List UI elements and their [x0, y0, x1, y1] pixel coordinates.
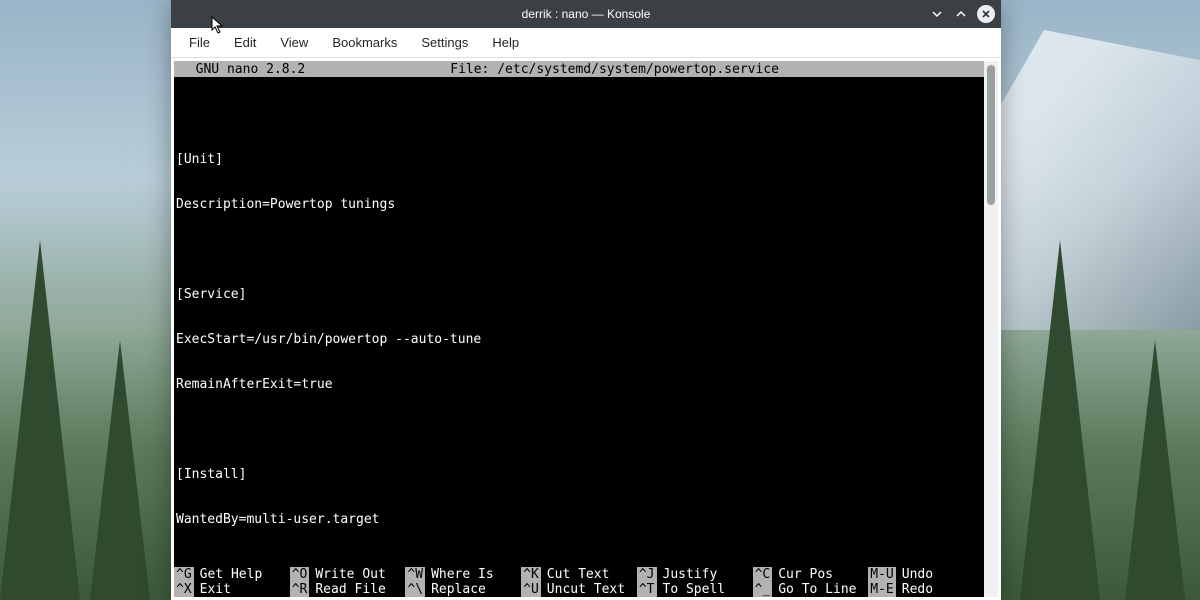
shortcut-uncut-text: ^UUncut Text — [521, 582, 637, 597]
shortcut-redo: M-ERedo — [868, 582, 984, 597]
file-line: RemainAfterExit=true — [176, 377, 982, 392]
file-line: [Unit] — [176, 152, 982, 167]
file-line: [Install] — [176, 467, 982, 482]
shortcut-get-help: ^GGet Help — [174, 567, 290, 582]
chevron-down-icon — [931, 8, 943, 20]
nano-version: GNU nano 2.8.2 — [174, 62, 305, 77]
shortcut-where-is: ^WWhere Is — [405, 567, 521, 582]
file-line: Description=Powertop tunings — [176, 197, 982, 212]
file-line: WantedBy=multi-user.target — [176, 512, 982, 527]
nano-shortcut-bar: ^GGet Help ^OWrite Out ^WWhere Is ^KCut … — [174, 567, 984, 597]
mouse-cursor-icon — [211, 16, 225, 34]
window-titlebar[interactable]: derrik : nano — Konsole — [171, 0, 1001, 28]
konsole-window: derrik : nano — Konsole File Edit View B… — [171, 0, 1001, 600]
shortcut-cut-text: ^KCut Text — [521, 567, 637, 582]
menu-settings[interactable]: Settings — [411, 31, 478, 54]
shortcut-replace: ^\Replace — [405, 582, 521, 597]
menu-bookmarks[interactable]: Bookmarks — [322, 31, 407, 54]
shortcut-cur-pos: ^CCur Pos — [753, 567, 869, 582]
shortcut-undo: M-UUndo — [868, 567, 984, 582]
file-line: ExecStart=/usr/bin/powertop --auto-tune — [176, 332, 982, 347]
chevron-up-icon — [955, 8, 967, 20]
shortcut-read-file: ^RRead File — [290, 582, 406, 597]
shortcut-to-spell: ^TTo Spell — [637, 582, 753, 597]
window-title: derrik : nano — Konsole — [171, 7, 1001, 21]
terminal-container: GNU nano 2.8.2 File: /etc/systemd/system… — [171, 58, 1001, 600]
menu-help[interactable]: Help — [482, 31, 529, 54]
maximize-button[interactable] — [953, 6, 969, 22]
window-controls — [929, 0, 995, 28]
nano-titlebar: GNU nano 2.8.2 File: /etc/systemd/system… — [174, 61, 984, 77]
menu-edit[interactable]: Edit — [224, 31, 266, 54]
shortcut-go-to-line: ^_Go To Line — [753, 582, 869, 597]
shortcut-justify: ^JJustify — [637, 567, 753, 582]
menu-file[interactable]: File — [179, 31, 220, 54]
file-line — [176, 242, 982, 257]
close-button[interactable] — [977, 5, 995, 23]
file-line: [Service] — [176, 287, 982, 302]
terminal[interactable]: GNU nano 2.8.2 File: /etc/systemd/system… — [174, 61, 984, 597]
close-icon — [981, 9, 991, 19]
file-line — [176, 422, 982, 437]
shortcut-write-out: ^OWrite Out — [290, 567, 406, 582]
minimize-button[interactable] — [929, 6, 945, 22]
menubar: File Edit View Bookmarks Settings Help — [171, 28, 1001, 58]
nano-file-label: File: /etc/systemd/system/powertop.servi… — [305, 62, 924, 77]
menu-view[interactable]: View — [270, 31, 318, 54]
scrollbar-thumb[interactable] — [987, 65, 995, 205]
vertical-scrollbar[interactable] — [984, 61, 998, 597]
nano-editor-content[interactable]: [Unit] Description=Powertop tunings [Ser… — [174, 77, 984, 567]
shortcut-exit: ^XExit — [174, 582, 290, 597]
